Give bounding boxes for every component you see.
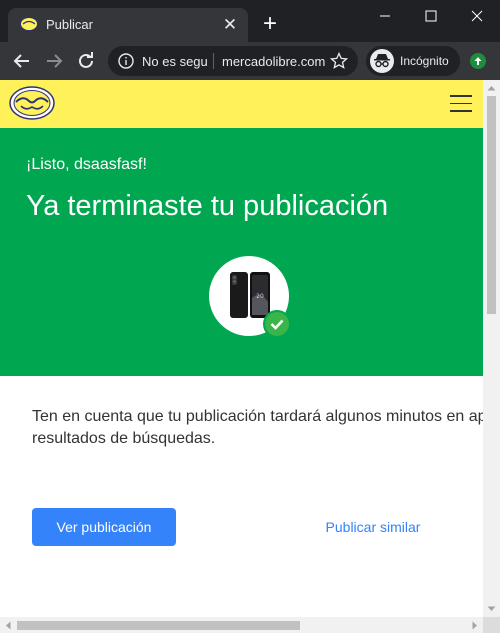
browser-tab[interactable]: Publicar ✕ (8, 8, 248, 42)
vertical-scrollbar[interactable] (483, 80, 500, 617)
menu-line (450, 110, 472, 112)
menu-line (450, 95, 472, 97)
security-status[interactable]: No es seguro (142, 54, 208, 69)
new-tab-button[interactable]: + (258, 12, 282, 36)
horizontal-scrollbar[interactable] (0, 617, 483, 633)
url-text[interactable]: mercadolibre.com (222, 54, 326, 69)
menu-line (450, 102, 472, 104)
view-listing-button[interactable]: Ver publicación (32, 508, 176, 546)
scroll-right-icon[interactable] (472, 621, 478, 630)
result-card: Ten en cuenta que tu publicación tardará… (0, 376, 483, 617)
notice-text: Ten en cuenta que tu publicación tardará… (32, 408, 483, 447)
scrollbar-corner (483, 617, 500, 633)
check-icon (263, 310, 291, 338)
tab-title: Publicar (46, 17, 93, 32)
omnibox-divider (213, 53, 214, 69)
site-header (0, 80, 483, 128)
scroll-up-icon[interactable] (487, 85, 496, 91)
page-title: Ya terminaste tu publicación (26, 190, 389, 222)
incognito-indicator[interactable]: Incógnito (366, 46, 460, 76)
arrow-up-icon (474, 57, 482, 65)
incognito-label: Incógnito (400, 54, 449, 68)
minimize-icon[interactable] (362, 0, 408, 32)
window-close-icon[interactable] (454, 0, 500, 32)
forward-arrow-icon[interactable] (42, 49, 66, 73)
horizontal-scroll-thumb[interactable] (17, 621, 300, 630)
scroll-left-icon[interactable] (5, 621, 11, 630)
publish-similar-link[interactable]: Publicar similar (308, 508, 438, 546)
reload-icon[interactable] (74, 49, 98, 73)
page-viewport: ¡Listo, dsaasfasf! Ya terminaste tu publ… (0, 80, 483, 617)
mercadolibre-favicon-icon (20, 17, 38, 31)
info-icon[interactable] (118, 53, 134, 69)
checkmark-glyph (270, 319, 284, 330)
menu-icon[interactable] (450, 95, 472, 113)
update-arrow-icon[interactable] (470, 53, 486, 69)
mercadolibre-logo[interactable] (9, 86, 55, 120)
back-arrow-icon[interactable] (10, 49, 34, 73)
scroll-down-icon[interactable] (487, 606, 496, 612)
browser-titlebar: Publicar ✕ + (0, 0, 500, 42)
address-bar[interactable]: No es seguro mercadolibre.com (108, 46, 358, 76)
star-icon[interactable] (330, 52, 348, 70)
browser-toolbar: No es seguro mercadolibre.com Incógnito (0, 42, 500, 80)
incognito-icon (370, 49, 394, 73)
svg-text:20: 20 (256, 293, 264, 300)
success-banner: ¡Listo, dsaasfasf! Ya terminaste tu publ… (0, 128, 483, 376)
tab-close-icon[interactable]: ✕ (220, 15, 240, 35)
greeting-text: ¡Listo, dsaasfasf! (26, 156, 147, 173)
vertical-scroll-thumb[interactable] (487, 96, 496, 314)
maximize-icon[interactable] (408, 0, 454, 32)
